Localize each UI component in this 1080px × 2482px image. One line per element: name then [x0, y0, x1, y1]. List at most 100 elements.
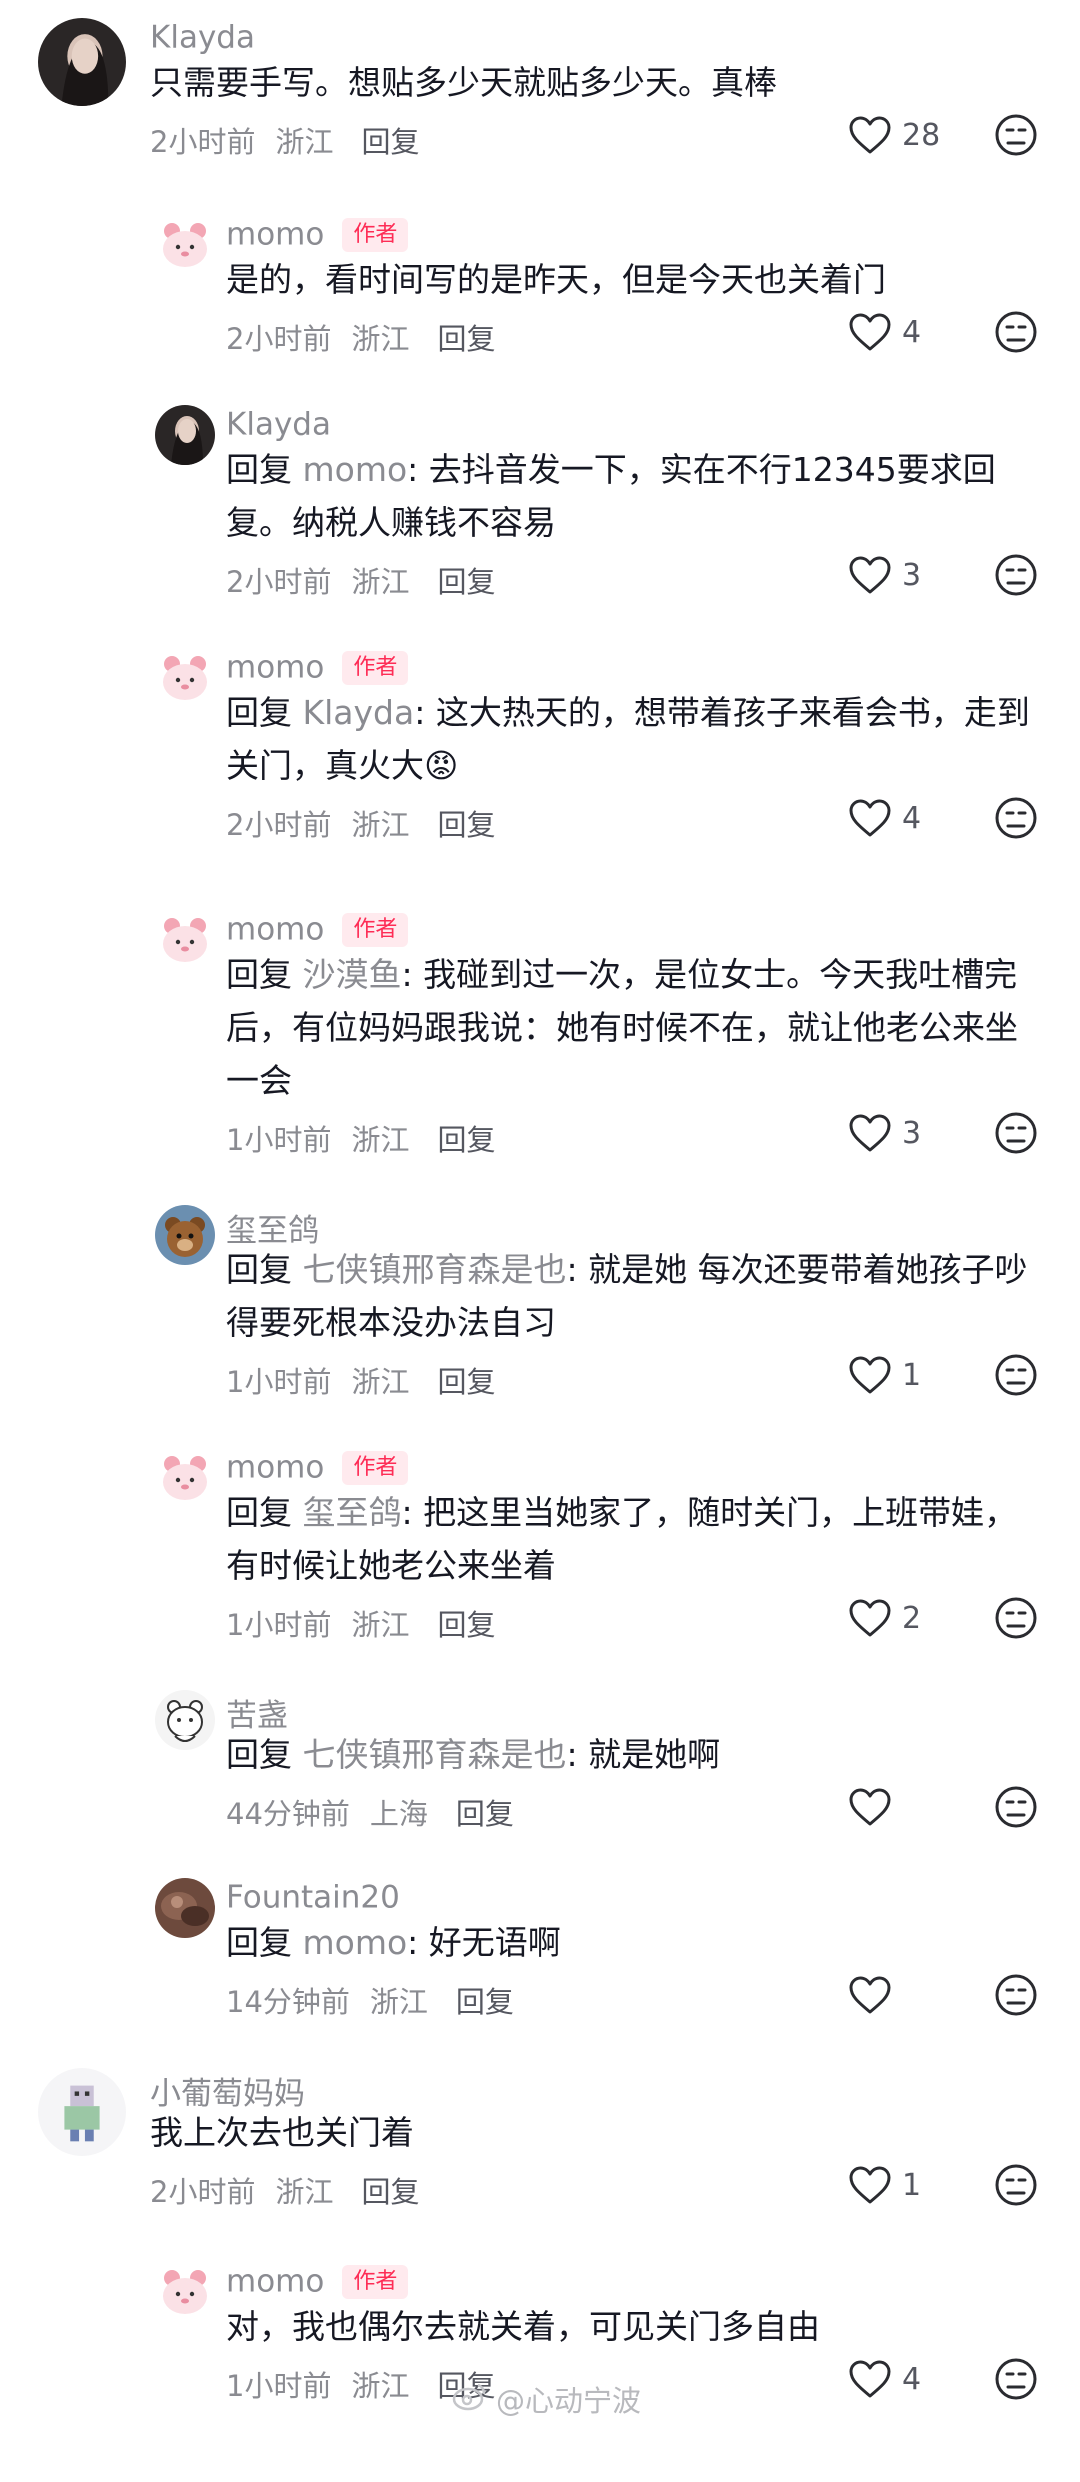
- username-text[interactable]: momo: [226, 217, 324, 253]
- like-button[interactable]: 1: [848, 1353, 921, 1397]
- avatar[interactable]: [155, 1878, 215, 1938]
- dislike-icon[interactable]: [994, 2163, 1038, 2207]
- location: 浙江: [351, 1608, 410, 1642]
- like-button[interactable]: [848, 1973, 902, 2017]
- reply-button[interactable]: 回复: [437, 1123, 495, 1157]
- reply-prefix: 回复: [226, 955, 292, 994]
- dislike-icon[interactable]: [994, 1353, 1038, 1397]
- dislike-icon[interactable]: [994, 1785, 1038, 1829]
- author-badge: 作者: [342, 912, 409, 947]
- timestamp: 1小时前: [226, 1123, 332, 1157]
- comment-text: 回复 沙漠鱼: 我碰到过一次，是位女士。今天我吐槽完后，有位妈妈跟我说：她有时候…: [226, 948, 1046, 1107]
- reply-to-user[interactable]: Klayda: [303, 693, 415, 732]
- reply-to-user[interactable]: 七侠镇邢育森是也: [303, 1250, 567, 1289]
- comment-meta: 1小时前 浙江 回复: [226, 1359, 515, 1401]
- username[interactable]: momo 作者: [226, 215, 409, 253]
- reply-prefix: 回复: [226, 1923, 292, 1962]
- heart-icon: [849, 1114, 891, 1152]
- reply-button[interactable]: 回复: [361, 125, 419, 159]
- dislike-icon[interactable]: [994, 1596, 1038, 1640]
- like-button[interactable]: 28: [848, 113, 940, 157]
- heart-icon: [849, 1356, 891, 1394]
- username[interactable]: Klayda: [226, 405, 331, 443]
- reply-to-user[interactable]: 七侠镇邢育森是也: [303, 1735, 567, 1774]
- reply-button[interactable]: 回复: [437, 808, 495, 842]
- username[interactable]: momo 作者: [226, 910, 409, 948]
- username-text[interactable]: Klayda: [226, 407, 331, 443]
- like-button[interactable]: 4: [848, 2357, 921, 2401]
- avatar[interactable]: [155, 1205, 215, 1265]
- avatar[interactable]: [155, 1690, 215, 1750]
- heart-icon: [849, 556, 891, 594]
- reply-body: : 就是她啊: [566, 1735, 721, 1774]
- reply-to-user[interactable]: momo: [303, 450, 408, 489]
- location: 浙江: [351, 322, 410, 356]
- avatar[interactable]: [38, 18, 126, 106]
- like-button[interactable]: [848, 1785, 902, 1829]
- username[interactable]: Klayda: [150, 18, 255, 56]
- avatar[interactable]: [155, 910, 215, 970]
- comment-meta: 2小时前 浙江 回复: [226, 559, 515, 601]
- username[interactable]: momo 作者: [226, 648, 409, 686]
- username-text[interactable]: Fountain20: [226, 1880, 400, 1916]
- author-badge: 作者: [342, 1450, 409, 1485]
- like-button[interactable]: 1: [848, 2163, 921, 2207]
- reply-button[interactable]: 回复: [437, 1608, 495, 1642]
- like-button[interactable]: 4: [848, 310, 921, 354]
- avatar[interactable]: [155, 405, 215, 465]
- avatar[interactable]: [38, 2068, 126, 2156]
- like-button[interactable]: 3: [848, 553, 921, 597]
- comment-text: 是的，看时间写的是昨天，但是今天也关着门: [226, 253, 1046, 306]
- reply-to-user[interactable]: 玺至鸽: [303, 1493, 402, 1532]
- like-count: 4: [902, 314, 922, 350]
- like-count: 28: [902, 117, 941, 153]
- reply-button[interactable]: 回复: [437, 1365, 495, 1399]
- avatar[interactable]: [155, 215, 215, 275]
- username[interactable]: momo 作者: [226, 2262, 409, 2300]
- dislike-icon[interactable]: [994, 553, 1038, 597]
- avatar[interactable]: [155, 648, 215, 708]
- timestamp: 2小时前: [226, 808, 332, 842]
- dislike-icon[interactable]: [994, 796, 1038, 840]
- username-text[interactable]: momo: [226, 912, 324, 948]
- location: 浙江: [275, 125, 334, 159]
- reply-body: : 好无语啊: [407, 1923, 561, 1962]
- reply-to-user[interactable]: momo: [303, 1923, 408, 1962]
- avatar[interactable]: [155, 2262, 215, 2322]
- comment-body: 对，我也偶尔去就关着，可见关门多自由: [226, 2307, 820, 2346]
- heart-icon: [849, 2360, 891, 2398]
- reply-button[interactable]: 回复: [437, 565, 495, 599]
- avatar[interactable]: [155, 1448, 215, 1508]
- like-button[interactable]: 2: [848, 1596, 921, 1640]
- username-text[interactable]: momo: [226, 2264, 324, 2300]
- username-text[interactable]: Klayda: [150, 20, 255, 56]
- username[interactable]: momo 作者: [226, 1448, 409, 1486]
- dislike-icon[interactable]: [994, 2357, 1038, 2401]
- reply-button[interactable]: 回复: [456, 1985, 514, 2019]
- location: 浙江: [369, 1985, 428, 2019]
- heart-icon: [849, 116, 891, 154]
- comment-text: 回复 momo: 去抖音发一下，实在不行12345要求回复。纳税人赚钱不容易: [226, 443, 1046, 549]
- dislike-icon[interactable]: [994, 1973, 1038, 2017]
- username[interactable]: Fountain20: [226, 1878, 400, 1916]
- like-button[interactable]: 3: [848, 1111, 921, 1155]
- dislike-icon[interactable]: [994, 310, 1038, 354]
- timestamp: 2小时前: [150, 2175, 256, 2209]
- reply-button[interactable]: 回复: [437, 322, 495, 356]
- like-count: 1: [902, 1357, 922, 1393]
- comment-text: 回复 Klayda: 这大热天的，想带着孩子来看会书，走到关门，真火大😡: [226, 686, 1046, 792]
- like-button[interactable]: 4: [848, 796, 921, 840]
- comment-text: 只需要手写。想贴多少天就贴多少天。真棒: [150, 56, 1030, 109]
- username-text[interactable]: momo: [226, 650, 324, 686]
- weibo-icon: [452, 2381, 488, 2418]
- reply-button[interactable]: 回复: [361, 2175, 419, 2209]
- dislike-icon[interactable]: [994, 113, 1038, 157]
- like-count: 4: [902, 800, 922, 836]
- dislike-icon[interactable]: [994, 1111, 1038, 1155]
- reply-to-user[interactable]: 沙漠鱼: [303, 955, 402, 994]
- comment-body: 我上次去也关门着: [150, 2113, 414, 2152]
- reply-button[interactable]: 回复: [456, 1797, 514, 1831]
- comment-meta: 14分钟前 浙江 回复: [226, 1979, 534, 2021]
- comment-text: 回复 七侠镇邢育森是也: 就是她啊: [226, 1728, 1046, 1781]
- username-text[interactable]: momo: [226, 1450, 324, 1486]
